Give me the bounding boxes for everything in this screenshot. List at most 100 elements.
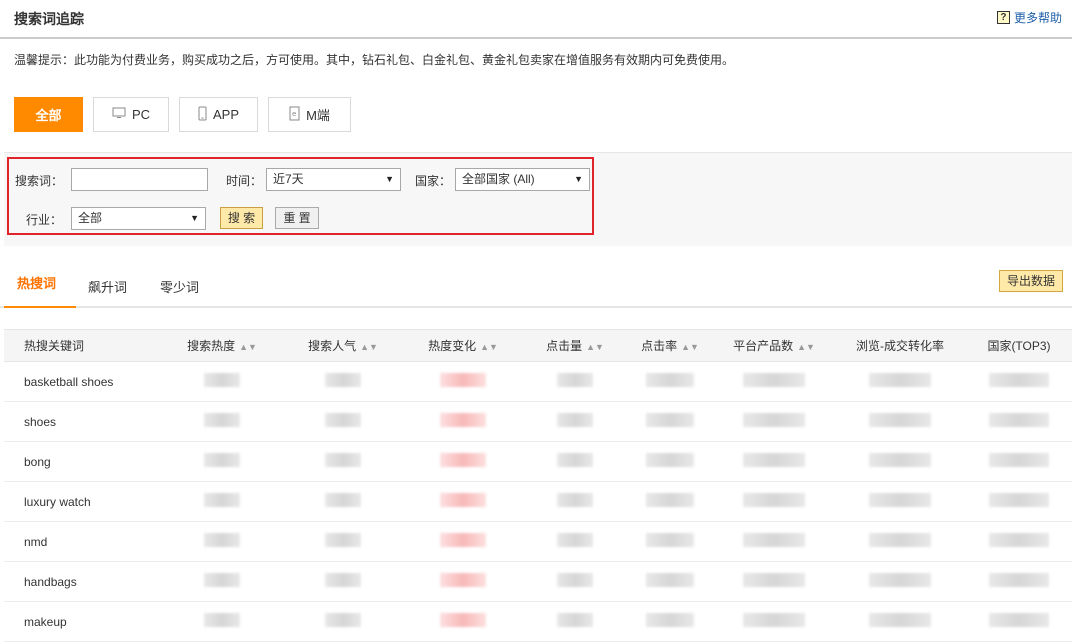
keyword-cell: bong — [4, 441, 160, 482]
blurred-value-cell — [714, 521, 834, 562]
blurred-value-cell — [524, 401, 626, 442]
blurred-value — [557, 453, 593, 467]
blurred-value — [557, 493, 593, 507]
keyword-cell: handbags — [4, 561, 160, 602]
blurred-value — [743, 453, 805, 467]
help-link[interactable]: ? 更多帮助 — [996, 9, 1062, 26]
export-data-button[interactable]: 导出数据 — [999, 270, 1063, 292]
blurred-value-cell — [402, 401, 524, 442]
blurred-value-cell — [714, 361, 834, 402]
blurred-value — [989, 613, 1049, 627]
blurred-value-cell — [966, 401, 1072, 442]
blurred-value — [204, 453, 240, 467]
col-country-top3: 国家(TOP3) — [966, 329, 1072, 362]
notice-text: 温馨提示：此功能为付费业务，购买成功之后，方可使用。其中，钻石礼包、白金礼包、黄… — [14, 53, 735, 67]
industry-select[interactable]: 全部 ▼ — [71, 207, 206, 230]
blurred-value-cell — [284, 521, 402, 562]
blurred-value — [646, 573, 694, 587]
blurred-value-cell — [626, 481, 714, 522]
blurred-value-cell — [284, 601, 402, 642]
col-clicks[interactable]: 点击量 ▲▼ — [524, 329, 626, 362]
blurred-value — [204, 373, 240, 387]
blurred-value-cell — [626, 441, 714, 482]
blurred-value — [646, 533, 694, 547]
blurred-value-cell — [966, 561, 1072, 602]
col-product-count[interactable]: 平台产品数 ▲▼ — [714, 329, 834, 362]
blurred-value — [989, 453, 1049, 467]
search-button[interactable]: 搜 索 — [220, 207, 263, 229]
blurred-value — [440, 373, 486, 387]
blurred-value — [646, 493, 694, 507]
blurred-value-cell — [714, 481, 834, 522]
tab-hot-words[interactable]: 热搜词 — [17, 273, 56, 292]
phone-icon — [198, 106, 207, 124]
blurred-value-cell — [160, 441, 284, 482]
blurred-value — [440, 453, 486, 467]
keyword-tabs: 热搜词 飙升词 零少词 — [0, 260, 1072, 308]
sort-icon: ▲▼ — [797, 342, 815, 352]
mobile-browser-icon: e — [289, 106, 300, 124]
blurred-value — [557, 373, 593, 387]
blurred-value-cell — [524, 481, 626, 522]
blurred-value-cell — [524, 601, 626, 642]
blurred-value — [989, 533, 1049, 547]
blurred-value-cell — [966, 481, 1072, 522]
blurred-value-cell — [402, 521, 524, 562]
blurred-value — [743, 413, 805, 427]
col-click-rate[interactable]: 点击率 ▲▼ — [626, 329, 714, 362]
blurred-value-cell — [284, 481, 402, 522]
tab-rising-words[interactable]: 飙升词 — [88, 277, 127, 296]
col-search-popularity[interactable]: 搜索人气 ▲▼ — [284, 329, 402, 362]
table-row: basketball shoes — [4, 361, 1072, 402]
tab-zero-words[interactable]: 零少词 — [160, 277, 199, 296]
reset-button[interactable]: 重 置 — [275, 207, 319, 229]
search-input[interactable] — [71, 168, 208, 191]
blurred-value-cell — [714, 561, 834, 602]
blurred-value — [204, 533, 240, 547]
question-mark-icon: ? — [996, 11, 1010, 24]
sort-icon: ▲▼ — [586, 342, 604, 352]
page-title: 搜索词追踪 — [14, 11, 84, 27]
tab-app-label: APP — [212, 107, 239, 122]
country-label: 国家： — [415, 174, 452, 188]
blurred-value-cell — [834, 481, 966, 522]
col-heat-change[interactable]: 热度变化 ▲▼ — [402, 329, 524, 362]
device-tabs: 全部 PC APP e M端 — [14, 97, 351, 132]
col-search-heat[interactable]: 搜索热度 ▲▼ — [160, 329, 284, 362]
keyword-cell: luxury watch — [4, 481, 160, 522]
blurred-value — [325, 493, 361, 507]
blurred-value-cell — [284, 561, 402, 602]
search-label: 搜索词： — [15, 174, 64, 188]
industry-select-value: 全部 — [78, 211, 103, 225]
table-row: handbags — [4, 561, 1072, 602]
keyword-cell: makeup — [4, 601, 160, 642]
tab-m[interactable]: e M端 — [268, 97, 351, 132]
sort-icon: ▲▼ — [360, 342, 378, 352]
blurred-value — [325, 613, 361, 627]
table-row: luxury watch — [4, 481, 1072, 522]
blurred-value-cell — [626, 561, 714, 602]
blurred-value — [989, 573, 1049, 587]
blurred-value — [325, 373, 361, 387]
blurred-value — [869, 573, 931, 587]
country-select[interactable]: 全部国家 (All) ▼ — [455, 168, 590, 191]
country-select-value: 全部国家 (All) — [462, 172, 535, 186]
blurred-value-cell — [524, 561, 626, 602]
blurred-value-cell — [966, 441, 1072, 482]
blurred-value — [869, 533, 931, 547]
blurred-value-cell — [160, 521, 284, 562]
blurred-value-cell — [284, 441, 402, 482]
tab-pc[interactable]: PC — [93, 97, 169, 132]
blurred-value — [989, 493, 1049, 507]
tab-m-label: M端 — [306, 108, 330, 123]
blurred-value-cell — [524, 521, 626, 562]
time-select[interactable]: 近7天 ▼ — [266, 168, 401, 191]
tab-app[interactable]: APP — [179, 97, 258, 132]
blurred-value — [440, 613, 486, 627]
blurred-value — [743, 573, 805, 587]
blurred-value-cell — [834, 401, 966, 442]
dropdown-arrow-icon: ▼ — [190, 213, 199, 223]
blurred-value-cell — [714, 601, 834, 642]
blurred-value — [325, 453, 361, 467]
tab-all[interactable]: 全部 — [14, 97, 83, 132]
